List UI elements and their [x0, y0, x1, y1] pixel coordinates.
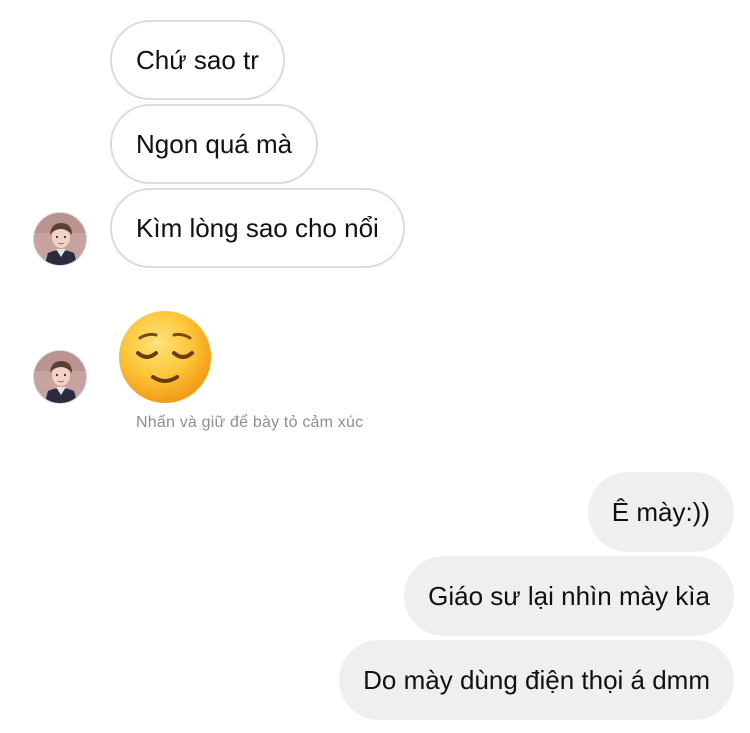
avatar[interactable]: [33, 350, 87, 404]
outgoing-message[interactable]: Giáo sư lại nhìn mày kìa: [404, 556, 734, 636]
avatar-photo: [34, 351, 86, 403]
outgoing-message[interactable]: Ê mày:)): [587, 472, 734, 552]
relieved-face-emoji[interactable]: [116, 308, 214, 406]
incoming-message[interactable]: Ngon quá mà: [110, 104, 319, 184]
incoming-message[interactable]: Chứ sao tr: [110, 20, 285, 100]
avatar[interactable]: [33, 212, 87, 266]
reaction-hint: Nhấn và giữ để bày tỏ cảm xúc: [136, 414, 364, 431]
outgoing-message[interactable]: Do mày dùng điện thọi á dmm: [339, 640, 734, 720]
avatar-photo: [34, 213, 86, 265]
chat-thread: Chứ sao tr Ngon quá mà Kìm lòng sao cho …: [0, 0, 750, 733]
incoming-message[interactable]: Kìm lòng sao cho nổi: [110, 188, 405, 268]
